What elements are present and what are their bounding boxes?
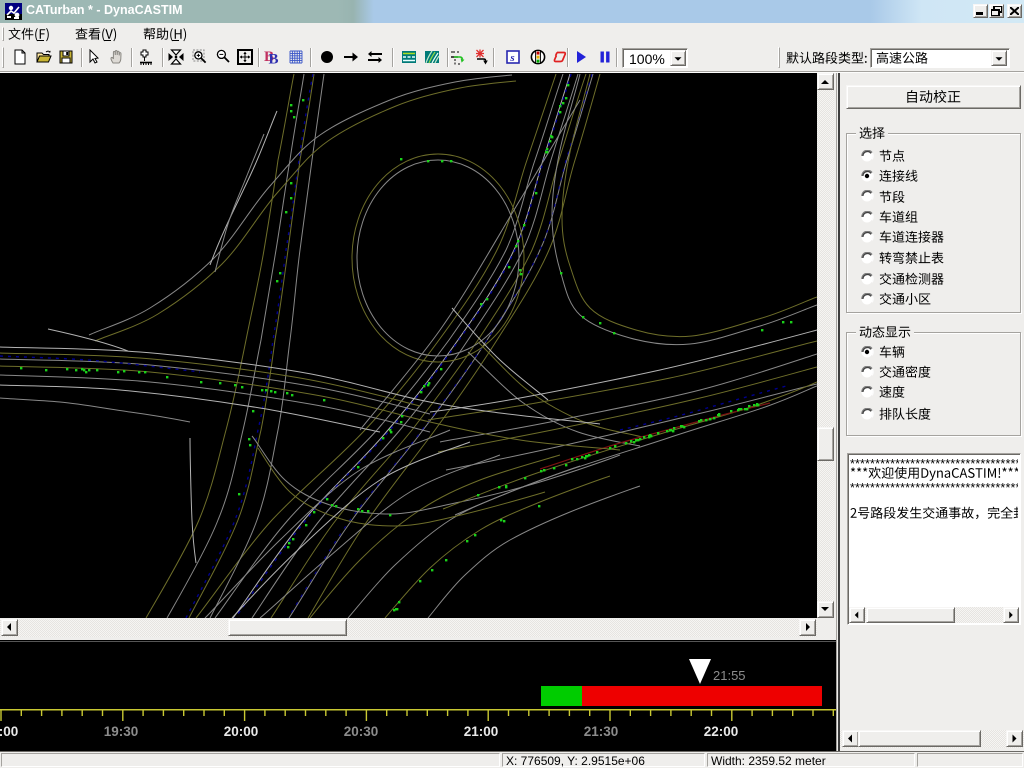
svg-text:20:00: 20:00	[224, 724, 259, 739]
svg-text:21:30: 21:30	[584, 724, 619, 739]
svg-text:B: B	[269, 52, 279, 66]
svg-text:22:00: 22:00	[704, 724, 739, 739]
svg-text:20:30: 20:30	[344, 724, 379, 739]
svg-text:19:30: 19:30	[104, 724, 139, 739]
svg-text:s: s	[509, 52, 514, 64]
svg-text:19:00: 19:00	[0, 724, 18, 739]
svg-text:21:00: 21:00	[464, 724, 499, 739]
svg-text:21:55: 21:55	[713, 668, 746, 683]
